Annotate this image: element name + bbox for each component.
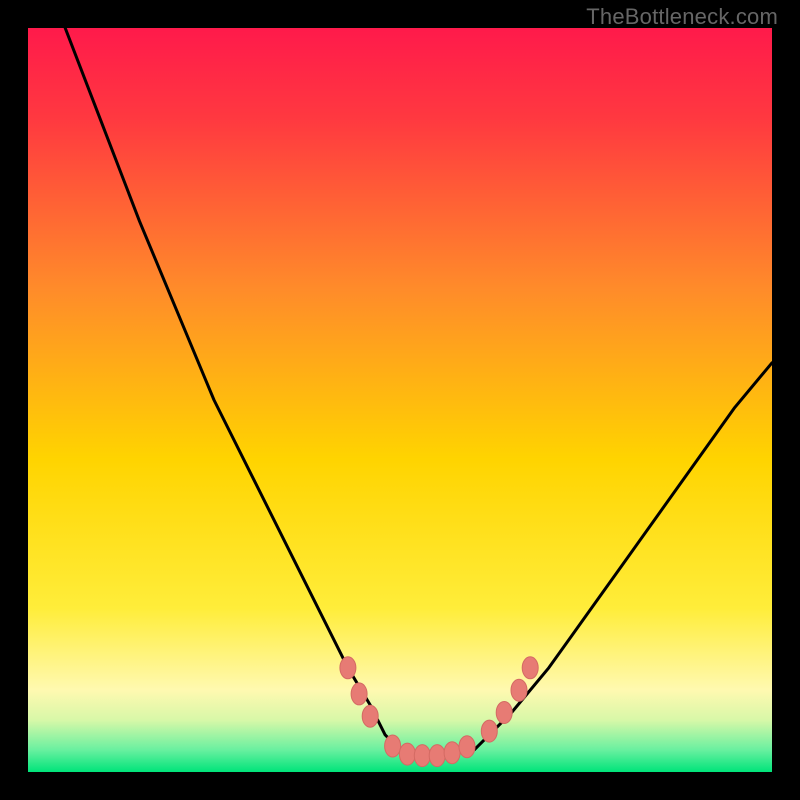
watermark-text: TheBottleneck.com bbox=[586, 4, 778, 30]
curve-marker bbox=[459, 736, 475, 758]
curve-marker bbox=[340, 657, 356, 679]
curve-marker bbox=[496, 702, 512, 724]
curve-marker bbox=[385, 735, 401, 757]
chart-svg bbox=[28, 28, 772, 772]
curve-marker bbox=[429, 745, 445, 767]
gradient-background bbox=[28, 28, 772, 772]
curve-marker bbox=[444, 742, 460, 764]
outer-frame: TheBottleneck.com bbox=[0, 0, 800, 800]
curve-marker bbox=[481, 720, 497, 742]
curve-marker bbox=[511, 679, 527, 701]
curve-marker bbox=[522, 657, 538, 679]
curve-marker bbox=[414, 745, 430, 767]
plot-area bbox=[28, 28, 772, 772]
curve-marker bbox=[399, 743, 415, 765]
curve-marker bbox=[351, 683, 367, 705]
curve-marker bbox=[362, 705, 378, 727]
